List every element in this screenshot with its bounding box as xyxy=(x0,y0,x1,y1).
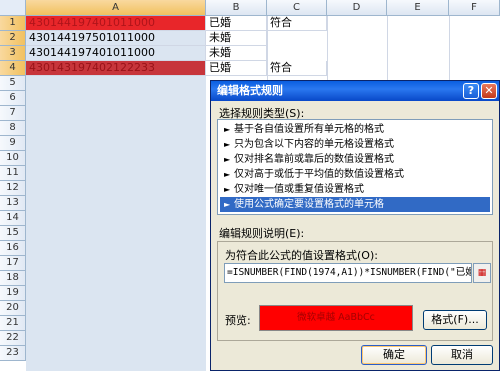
row-header-15[interactable]: 15 xyxy=(0,226,26,241)
cell-a3[interactable]: 430144197401011000 xyxy=(26,46,206,61)
row-header-7[interactable]: 7 xyxy=(0,106,26,121)
rule-desc-label: 编辑规则说明(E): xyxy=(219,227,305,240)
row-header-4[interactable]: 4 xyxy=(0,61,26,76)
row-header-8[interactable]: 8 xyxy=(0,121,26,136)
column-header-c[interactable]: C xyxy=(267,0,327,16)
cell-a4[interactable]: 430143197402122233 xyxy=(26,61,206,76)
row-header-9[interactable]: 9 xyxy=(0,136,26,151)
row-header-2[interactable]: 2 xyxy=(0,31,26,46)
rule-type-item[interactable]: ► 只为包含以下内容的单元格设置格式 xyxy=(220,137,490,152)
column-header-a[interactable]: A xyxy=(26,0,206,16)
row-header-21[interactable]: 21 xyxy=(0,316,26,331)
range-select-icon[interactable]: ▦ xyxy=(473,263,491,283)
cell-a2[interactable]: 430144197501011000 xyxy=(26,31,206,46)
row-header-23[interactable]: 23 xyxy=(0,346,26,361)
rule-type-item-selected[interactable]: ► 使用公式确定要设置格式的单元格 xyxy=(220,197,490,212)
column-header-e[interactable]: E xyxy=(387,0,449,16)
row-header-1[interactable]: 1 xyxy=(0,16,26,31)
format-button[interactable]: 格式(F)... xyxy=(423,310,487,330)
row-header-18[interactable]: 18 xyxy=(0,271,26,286)
rule-type-item[interactable]: ► 仅对唯一值或重复值设置格式 xyxy=(220,182,490,197)
rule-type-item[interactable]: ► 仅对排名靠前或靠后的数值设置格式 xyxy=(220,152,490,167)
row-header-20[interactable]: 20 xyxy=(0,301,26,316)
rule-type-item-label: 仅对排名靠前或靠后的数值设置格式 xyxy=(234,154,394,165)
arrow-right-icon: ► xyxy=(224,170,231,179)
row-header-3[interactable]: 3 xyxy=(0,46,26,61)
row-header-22[interactable]: 22 xyxy=(0,331,26,346)
formula-label: 为符合此公式的值设置格式(O): xyxy=(225,249,378,262)
row-header-6[interactable]: 6 xyxy=(0,91,26,106)
column-header-d[interactable]: D xyxy=(327,0,387,16)
arrow-right-icon: ► xyxy=(224,140,231,149)
format-preview: 微软卓越 AaBbCc xyxy=(259,305,413,331)
edit-format-rule-dialog: 编辑格式规则 ? ✕ 选择规则类型(S): ► 基于各自值设置所有单元格的格式 ►… xyxy=(210,80,500,371)
cell-b4[interactable]: 已婚 xyxy=(206,61,267,76)
arrow-right-icon: ► xyxy=(224,185,231,194)
arrow-right-icon: ► xyxy=(224,125,231,134)
preview-label: 预览: xyxy=(225,314,251,327)
cancel-button[interactable]: 取消 xyxy=(431,345,493,365)
column-header-b[interactable]: B xyxy=(206,0,267,16)
close-button[interactable]: ✕ xyxy=(481,83,497,99)
row-header-16[interactable]: 16 xyxy=(0,241,26,256)
row-header-17[interactable]: 17 xyxy=(0,256,26,271)
select-all-corner[interactable] xyxy=(0,0,26,16)
cell-c1[interactable]: 符合 xyxy=(267,16,327,31)
row-header-10[interactable]: 10 xyxy=(0,151,26,166)
help-button[interactable]: ? xyxy=(463,83,479,99)
rule-type-item-label: 只为包含以下内容的单元格设置格式 xyxy=(234,139,394,150)
cell-b1[interactable]: 已婚 xyxy=(206,16,267,31)
row-header-14[interactable]: 14 xyxy=(0,211,26,226)
rule-type-item[interactable]: ► 仅对高于或低于平均值的数值设置格式 xyxy=(220,167,490,182)
column-header-f[interactable]: F xyxy=(449,0,500,16)
rule-type-item[interactable]: ► 基于各自值设置所有单元格的格式 xyxy=(220,122,490,137)
rule-type-item-label: 仅对高于或低于平均值的数值设置格式 xyxy=(234,169,404,180)
arrow-right-icon: ► xyxy=(224,200,231,209)
row-header-13[interactable]: 13 xyxy=(0,196,26,211)
cell-a1[interactable]: 430144197401011000 xyxy=(26,16,206,31)
cell-b2[interactable]: 未婚 xyxy=(206,31,267,46)
rule-type-item-label: 基于各自值设置所有单元格的格式 xyxy=(234,124,384,135)
row-header-5[interactable]: 5 xyxy=(0,76,26,91)
row-header-11[interactable]: 11 xyxy=(0,166,26,181)
arrow-right-icon: ► xyxy=(224,155,231,164)
rule-type-list[interactable]: ► 基于各自值设置所有单元格的格式 ► 只为包含以下内容的单元格设置格式 ► 仅对排名… xyxy=(217,119,493,215)
cell-c4[interactable]: 符合 xyxy=(267,61,327,76)
dialog-title: 编辑格式规则 xyxy=(211,81,499,101)
row-header-12[interactable]: 12 xyxy=(0,181,26,196)
rule-type-item-label: 仅对唯一值或重复值设置格式 xyxy=(234,184,364,195)
cell-b3[interactable]: 未婚 xyxy=(206,46,267,61)
ok-button[interactable]: 确定 xyxy=(361,345,427,365)
formula-input[interactable]: =ISNUMBER(FIND(1974,A1))*ISNUMBER(FIND("… xyxy=(224,263,472,283)
rule-type-item-label: 使用公式确定要设置格式的单元格 xyxy=(234,199,384,210)
row-header-19[interactable]: 19 xyxy=(0,286,26,301)
